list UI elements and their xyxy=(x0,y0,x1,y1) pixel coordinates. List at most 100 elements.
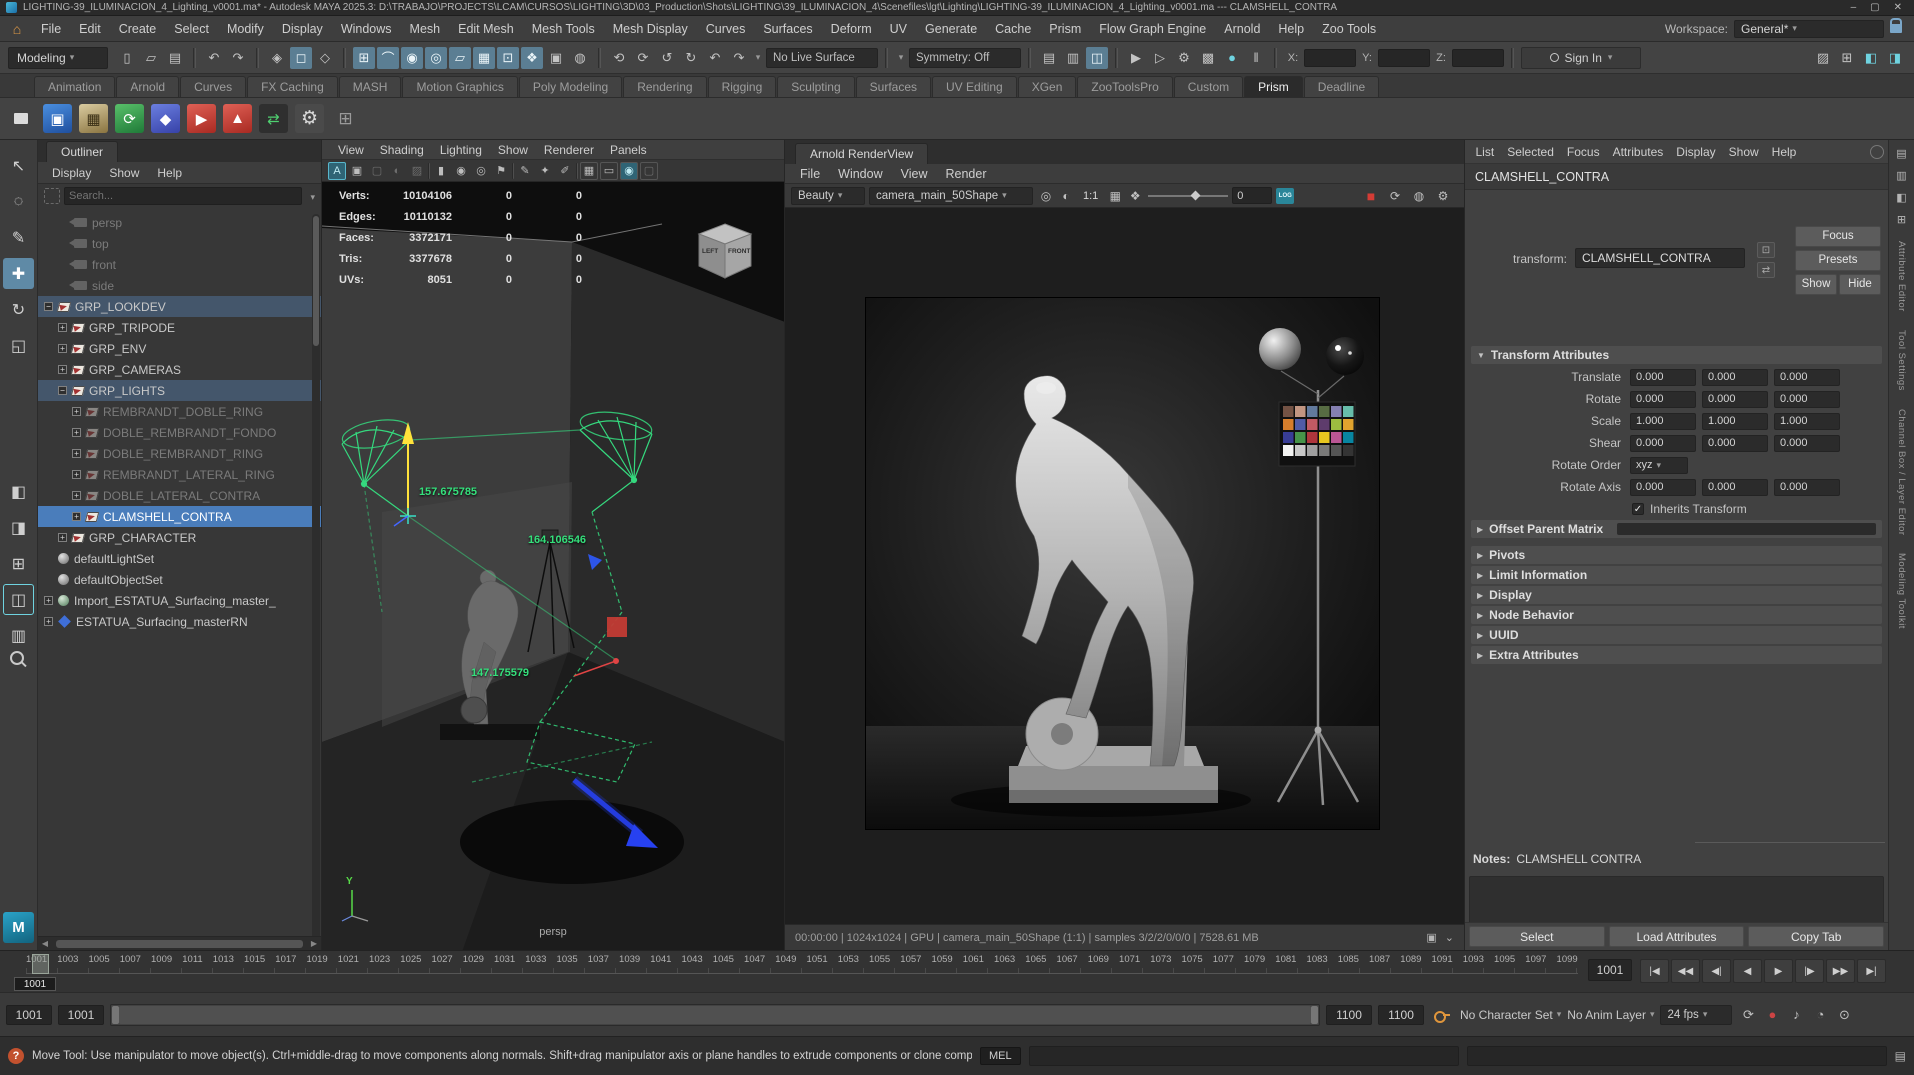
shelf-tab[interactable]: Rendering xyxy=(623,76,706,97)
prism-project-browser-icon[interactable]: ▦ xyxy=(79,104,108,133)
attribute-editor-toggle-icon[interactable]: ▤ xyxy=(1893,144,1911,162)
symmetry-field[interactable]: Symmetry: Off xyxy=(909,48,1021,68)
menu-item[interactable]: Mesh xyxy=(401,17,450,41)
shelf-tab[interactable]: Curves xyxy=(180,76,246,97)
auto-key-icon[interactable] xyxy=(1434,1007,1450,1023)
menu-item[interactable]: Curves xyxy=(697,17,755,41)
camera-select[interactable]: camera_main_50Shape xyxy=(869,187,1033,205)
current-frame-field[interactable] xyxy=(1588,959,1632,981)
curve-tool-5-icon[interactable]: ↶ xyxy=(704,47,726,69)
shelf-tab[interactable]: Surfaces xyxy=(856,76,931,97)
live-surface-field[interactable]: No Live Surface xyxy=(766,48,878,68)
prism-save-icon[interactable]: ▣ xyxy=(43,104,72,133)
menu-item[interactable]: File xyxy=(32,17,70,41)
aov-select[interactable]: Beauty xyxy=(791,187,865,205)
light-editor-icon[interactable]: ● xyxy=(1221,47,1243,69)
select-hierarchy-icon[interactable]: ◈ xyxy=(266,47,288,69)
attribute-section[interactable]: Limit Information xyxy=(1471,566,1882,584)
camera-attributes-icon[interactable]: ◎ xyxy=(472,162,490,180)
scroll-right-icon[interactable]: ▶ xyxy=(307,938,321,950)
curve-tool-6-icon[interactable]: ↷ xyxy=(728,47,750,69)
outliner-node[interactable]: + REMBRANDT_DOBLE_RING xyxy=(38,401,321,422)
presets-button[interactable]: Presets xyxy=(1795,250,1881,271)
render-settings-icon[interactable]: ⚙ xyxy=(1173,47,1195,69)
attribute-field[interactable]: 0.000 xyxy=(1702,391,1768,408)
construction-icon[interactable]: ▥ xyxy=(1062,47,1084,69)
ab-compare-icon[interactable]: ◐ xyxy=(1057,187,1075,205)
region-render-icon[interactable]: ❖ xyxy=(1126,187,1144,205)
outliner-node[interactable]: + DOBLE_LATERAL_CONTRA xyxy=(38,485,321,506)
toolbar-icon[interactable] xyxy=(1274,48,1277,68)
menu-item[interactable]: Windows xyxy=(332,17,401,41)
chevron-down-icon[interactable]: ⌄ xyxy=(1445,931,1454,944)
swap-node-icon[interactable]: ⇄ xyxy=(1757,262,1775,278)
attribute-section[interactable]: Pivots xyxy=(1471,546,1882,564)
ae-menu-item[interactable]: Display xyxy=(1670,140,1722,164)
menu-item[interactable]: Modify xyxy=(218,17,273,41)
tool-settings-toggle-icon[interactable]: ▥ xyxy=(1893,166,1911,184)
zoom-level-label[interactable]: 1:1 xyxy=(1079,190,1102,202)
range-slider[interactable] xyxy=(110,1004,1320,1026)
expand-toggle[interactable]: + xyxy=(44,617,53,626)
focus-button[interactable]: Focus xyxy=(1795,226,1881,247)
expand-toggle[interactable]: − xyxy=(58,386,67,395)
menu-set-select[interactable]: Modeling xyxy=(8,47,108,69)
shelf-tab[interactable]: ZooToolsPro xyxy=(1077,76,1172,97)
zoom-tool-icon[interactable] xyxy=(3,645,34,676)
viewport-menu-item[interactable]: View xyxy=(330,138,372,162)
film-toggle-icon[interactable]: ▭ xyxy=(600,162,618,180)
panel-toggle-right-icon[interactable]: ◨ xyxy=(1884,47,1906,69)
toolbar-icon[interactable] xyxy=(598,48,601,68)
select-component-icon[interactable]: ◇ xyxy=(314,47,336,69)
cached-playback-icon[interactable]: ◔ xyxy=(1810,1005,1830,1025)
viewport-menu-item[interactable]: Panels xyxy=(602,138,655,162)
snap-point-icon[interactable]: ◉ xyxy=(401,47,423,69)
view-cube[interactable]: LEFT FRONT xyxy=(693,220,757,286)
node-name-tab[interactable]: CLAMSHELL_CONTRA xyxy=(1465,164,1888,190)
fps-select[interactable]: 24 fps xyxy=(1660,1005,1732,1025)
expand-toggle[interactable]: + xyxy=(58,365,67,374)
scroll-thumb[interactable] xyxy=(56,940,303,948)
viewport-menu-item[interactable]: Lighting xyxy=(432,138,490,162)
audio-icon[interactable]: ♪ xyxy=(1786,1005,1806,1025)
search-dropdown-icon[interactable] xyxy=(306,189,315,203)
menu-item[interactable]: Cache xyxy=(986,17,1040,41)
shelf-tab[interactable]: UV Editing xyxy=(932,76,1017,97)
attribute-field[interactable]: 0.000 xyxy=(1702,435,1768,452)
snap-curve-icon[interactable]: ⌒ xyxy=(377,47,399,69)
shelf-tab[interactable]: Sculpting xyxy=(777,76,854,97)
make-live-icon[interactable]: ▦ xyxy=(473,47,495,69)
step-forward-frame-button[interactable]: ▶▶ xyxy=(1826,959,1855,983)
curve-tool-1-icon[interactable]: ⟲ xyxy=(608,47,630,69)
curve-tool-4-icon[interactable]: ↻ xyxy=(680,47,702,69)
snap-view-plane-icon[interactable]: ▱ xyxy=(449,47,471,69)
minimize-button[interactable]: – xyxy=(1851,2,1857,14)
workspace-lock-icon[interactable] xyxy=(1890,24,1902,33)
outliner-node[interactable]: + ESTATUA_Surfacing_masterRN xyxy=(38,611,321,632)
workspace-select[interactable]: General* xyxy=(1734,20,1884,38)
animation-end-field[interactable] xyxy=(1378,1005,1424,1025)
outliner-node[interactable]: + CLAMSHELL_CONTRA xyxy=(38,506,321,527)
field-chart-icon[interactable]: ▨ xyxy=(408,162,426,180)
anim-layer-select[interactable]: No Anim Layer xyxy=(1567,1008,1654,1022)
sidebar-tab[interactable]: Modeling Toolkit xyxy=(1896,553,1907,629)
evaluation-toggle-icon[interactable]: ◫ xyxy=(1086,47,1108,69)
menu-item[interactable]: Display xyxy=(273,17,332,41)
command-line-input[interactable] xyxy=(1029,1046,1459,1066)
ae-menu-item[interactable]: Show xyxy=(1722,140,1765,164)
hide-button[interactable]: Hide xyxy=(1839,274,1881,295)
transform-name-field[interactable]: CLAMSHELL_CONTRA xyxy=(1575,248,1745,268)
menu-item[interactable]: Help xyxy=(1269,17,1313,41)
renderview-options-icon[interactable]: ⚙ xyxy=(1434,187,1452,205)
restart-render-icon[interactable]: ⟳ xyxy=(1386,187,1404,205)
new-scene-icon[interactable]: ▯ xyxy=(116,47,138,69)
shelf-tab[interactable]: MASH xyxy=(339,76,402,97)
texture-view-icon[interactable]: ▩ xyxy=(1197,47,1219,69)
camera-icon[interactable]: ▮ xyxy=(432,162,450,180)
lock-node-icon[interactable]: ⊡ xyxy=(1757,242,1775,258)
viewport-icon[interactable] xyxy=(428,163,430,179)
redo-icon[interactable]: ↷ xyxy=(227,47,249,69)
inherits-transform-checkbox[interactable] xyxy=(1632,503,1644,515)
pause-viewport-icon[interactable]: ‖ xyxy=(1245,47,1267,69)
attribute-field[interactable]: 0.000 xyxy=(1630,479,1696,496)
